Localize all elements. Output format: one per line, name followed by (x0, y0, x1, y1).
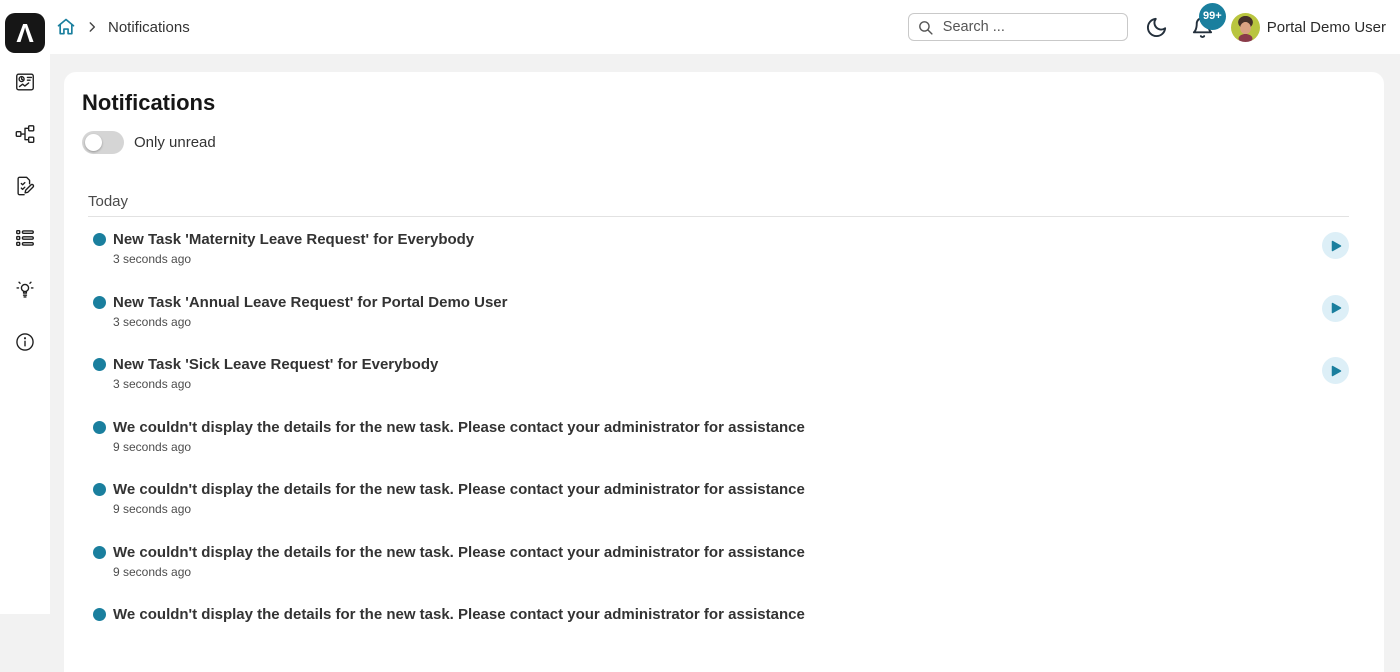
notification-time: 3 seconds ago (113, 315, 507, 329)
notification-action-button[interactable] (1322, 232, 1349, 259)
notification-text: New Task 'Sick Leave Request' for Everyb… (113, 355, 438, 391)
info-icon (14, 331, 36, 353)
tree-icon (14, 123, 36, 145)
notification-time: 3 seconds ago (113, 252, 474, 266)
unread-dot (93, 608, 106, 621)
notification-item[interactable]: We couldn't display the details for the … (88, 405, 1349, 468)
search-input[interactable] (941, 18, 1119, 36)
notification-text: We couldn't display the details for the … (113, 418, 805, 454)
notification-title: New Task 'Sick Leave Request' for Everyb… (113, 355, 438, 374)
sidebar-item-info[interactable] (0, 316, 50, 368)
play-icon (1330, 365, 1342, 377)
unread-dot (93, 421, 106, 434)
only-unread-row: Only unread (82, 131, 1384, 154)
topbar: Λ Notifications (0, 0, 1400, 54)
toggle-knob (85, 134, 102, 151)
sidebar (0, 54, 50, 614)
notification-text: We couldn't display the details for the … (113, 543, 805, 579)
avatar[interactable] (1231, 13, 1260, 42)
breadcrumb-current: Notifications (108, 19, 190, 36)
section-label-today: Today (88, 193, 1349, 216)
dark-mode-toggle[interactable] (1145, 16, 1168, 39)
only-unread-toggle[interactable] (82, 131, 124, 154)
notifications-card: Notifications Only unread Today New Task… (64, 72, 1384, 672)
document-edit-icon (14, 175, 36, 197)
sidebar-item-tasklist[interactable] (0, 212, 50, 264)
play-icon (1330, 302, 1342, 314)
moon-icon (1145, 16, 1168, 39)
only-unread-label: Only unread (134, 134, 216, 151)
chevron-right-icon (85, 20, 99, 34)
play-icon (1330, 240, 1342, 252)
monitor-chart-icon (14, 71, 36, 93)
notification-title: We couldn't display the details for the … (113, 418, 805, 437)
sidebar-item-ideas[interactable] (0, 264, 50, 316)
notification-item[interactable]: We couldn't display the details for the … (88, 467, 1349, 530)
notification-item[interactable]: New Task 'Sick Leave Request' for Everyb… (88, 342, 1349, 405)
unread-dot (93, 546, 106, 559)
notification-item[interactable]: We couldn't display the details for the … (88, 530, 1349, 593)
app-logo-glyph: Λ (16, 18, 33, 49)
notification-text: New Task 'Annual Leave Request' for Port… (113, 293, 507, 329)
notification-title: New Task 'Maternity Leave Request' for E… (113, 230, 474, 249)
unread-dot (93, 233, 106, 246)
unread-dot (93, 358, 106, 371)
notification-time: 3 seconds ago (113, 377, 438, 391)
app-logo[interactable]: Λ (5, 13, 45, 53)
notification-title: We couldn't display the details for the … (113, 605, 805, 624)
notification-text: We couldn't display the details for the … (113, 605, 805, 627)
notification-count-badge: 99+ (1199, 3, 1226, 30)
user-name: Portal Demo User (1267, 19, 1386, 36)
notifications-list: New Task 'Maternity Leave Request' for E… (88, 217, 1349, 655)
notification-action-button[interactable] (1322, 357, 1349, 384)
notification-item[interactable]: New Task 'Maternity Leave Request' for E… (88, 217, 1349, 280)
list-icon (14, 227, 36, 249)
notification-title: We couldn't display the details for the … (113, 543, 805, 562)
notification-title: We couldn't display the details for the … (113, 480, 805, 499)
sidebar-item-forms[interactable] (0, 160, 50, 212)
topbar-actions: 99+ Portal Demo User (908, 0, 1386, 54)
notification-time: 9 seconds ago (113, 440, 805, 454)
notification-action-button[interactable] (1322, 295, 1349, 322)
breadcrumb: Notifications (56, 0, 190, 54)
notification-title: New Task 'Annual Leave Request' for Port… (113, 293, 507, 312)
notification-text: We couldn't display the details for the … (113, 480, 805, 516)
sidebar-item-dashboard[interactable] (0, 56, 50, 108)
home-icon[interactable] (56, 17, 76, 37)
search-box[interactable] (908, 13, 1128, 41)
lightbulb-icon (14, 279, 36, 301)
unread-dot (93, 483, 106, 496)
notification-time: 9 seconds ago (113, 502, 805, 516)
search-icon (917, 19, 934, 36)
notification-item[interactable]: New Task 'Annual Leave Request' for Port… (88, 280, 1349, 343)
page-title: Notifications (64, 72, 1384, 116)
notifications-button[interactable]: 99+ (1191, 16, 1214, 39)
notification-text: New Task 'Maternity Leave Request' for E… (113, 230, 474, 266)
today-section-header: Today (88, 193, 1349, 217)
notification-time: 9 seconds ago (113, 565, 805, 579)
unread-dot (93, 296, 106, 309)
notification-item[interactable]: We couldn't display the details for the … (88, 592, 1349, 655)
sidebar-item-processes[interactable] (0, 108, 50, 160)
